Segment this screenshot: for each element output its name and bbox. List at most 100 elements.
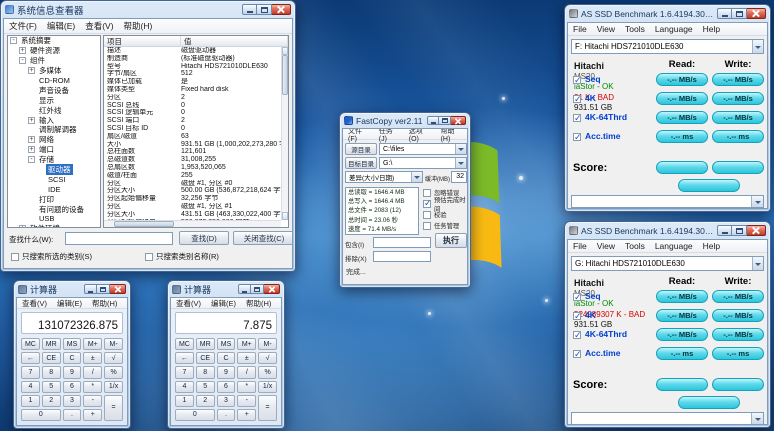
asssd1-menu-0[interactable]: File <box>568 24 592 34</box>
calc-key-←[interactable]: ← <box>21 352 40 364</box>
calc-key-MS[interactable]: MS <box>63 338 82 350</box>
search-option-selected-category[interactable]: 只搜索所选的类别(S) <box>11 251 92 262</box>
calc-key-5[interactable]: 5 <box>196 381 215 393</box>
dest-dir-button[interactable]: 目标目录 <box>345 157 377 169</box>
calc-key-7[interactable]: 7 <box>175 366 194 378</box>
search-input[interactable] <box>65 232 173 245</box>
drive-select-combo[interactable]: G: Hitachi HDS721010DLE630 <box>571 256 764 271</box>
minimize-button[interactable] <box>242 4 257 15</box>
close-find-button[interactable]: 关闭查找(C) <box>233 231 293 245</box>
info-row-11[interactable]: 扇区/磁道63 <box>104 133 288 141</box>
drive-select-combo[interactable]: F: Hitachi HDS721010DLE630 <box>571 39 764 54</box>
info-row-20[interactable]: 分区磁盘 #1, 分区 #1 <box>104 203 288 211</box>
fastcopy-menu-2[interactable]: 选项(O) <box>404 128 436 143</box>
calc-key-0[interactable]: 0 <box>175 409 215 421</box>
dropdown-arrow-icon[interactable] <box>411 172 422 182</box>
info-row-13[interactable]: 总柱面数121,601 <box>104 148 288 156</box>
calc-key-=[interactable]: = <box>104 395 123 421</box>
calc-key-←[interactable]: ← <box>175 352 194 364</box>
exclude-filter-input[interactable] <box>373 251 431 262</box>
info-row-18[interactable]: 分区大小500.00 GB (536,872,218,624 字节) <box>104 187 288 195</box>
sysinfo-menu-3[interactable]: 帮助(H) <box>119 20 158 32</box>
maximize-button[interactable] <box>251 284 264 294</box>
calc-key-%[interactable]: % <box>104 366 123 378</box>
checkbox[interactable] <box>423 222 431 230</box>
calc-key-6[interactable]: 6 <box>63 381 82 393</box>
info-row-7[interactable]: SCSI 总线0 <box>104 102 288 110</box>
asssd2-titlebar[interactable]: AS SSD Benchmark 1.6.4194.30125 <box>565 222 770 239</box>
calc-key-MR[interactable]: MR <box>42 338 61 350</box>
calc-key-.[interactable]: . <box>217 409 236 421</box>
dropdown-arrow-icon[interactable] <box>751 196 763 207</box>
calc-key-4[interactable]: 4 <box>21 381 40 393</box>
calc-key-9[interactable]: 9 <box>63 366 82 378</box>
calc-key-MR[interactable]: MR <box>196 338 215 350</box>
calc-key--[interactable]: - <box>237 395 256 407</box>
tree-item-13[interactable]: 驱动器 <box>8 165 100 175</box>
minimize-button[interactable] <box>84 284 97 294</box>
calc-key-MC[interactable]: MC <box>175 338 194 350</box>
calc-key-CE[interactable]: CE <box>42 352 61 364</box>
scroll-up-arrow[interactable] <box>282 47 288 55</box>
close-button[interactable] <box>747 8 766 19</box>
asssd1-menu-1[interactable]: View <box>592 24 620 34</box>
tree-item-14[interactable]: SCSI <box>8 174 100 184</box>
calculator2-titlebar[interactable]: 计算器 <box>168 281 284 297</box>
calc-key-8[interactable]: 8 <box>196 366 215 378</box>
info-row-1[interactable]: 制造商(标准磁盘驱动器) <box>104 55 288 63</box>
info-row-12[interactable]: 大小931.51 GB (1,000,202,273,280 字节) <box>104 141 288 149</box>
checkbox[interactable] <box>11 253 19 261</box>
calculator1-menu-1[interactable]: 编辑(E) <box>52 298 87 309</box>
execute-button[interactable]: 执行 <box>435 233 467 248</box>
info-row-21[interactable]: 分区大小431.51 GB (463,330,022,400 字节) <box>104 211 288 219</box>
fastcopy-titlebar[interactable]: FastCopy ver2.11 <box>340 113 470 128</box>
sysinfo-menu-1[interactable]: 编辑(E) <box>42 20 80 32</box>
tree-item-3[interactable]: +多媒体 <box>8 66 100 76</box>
asssd2-menu-2[interactable]: Tools <box>620 241 650 251</box>
info-row-3[interactable]: 字节/扇区512 <box>104 70 288 78</box>
expand-icon[interactable]: + <box>19 225 26 228</box>
copy-mode-combo[interactable]: 差异(大小/日期) <box>345 171 423 183</box>
bench-checkbox[interactable] <box>573 133 581 141</box>
collapse-icon[interactable]: - <box>10 37 17 44</box>
maximize-button[interactable] <box>732 225 747 236</box>
info-row-5[interactable]: 媒体类型Fixed hard disk <box>104 86 288 94</box>
bench-checkbox[interactable] <box>573 114 581 122</box>
calc-key-5[interactable]: 5 <box>42 381 61 393</box>
tree-item-19[interactable]: +软件环境 <box>8 224 100 228</box>
collapse-icon[interactable]: - <box>19 57 26 64</box>
calc-key-/[interactable]: / <box>237 366 256 378</box>
asssd2-menu-1[interactable]: View <box>592 241 620 251</box>
tree-item-17[interactable]: 有问题的设备 <box>8 204 100 214</box>
scroll-down-arrow[interactable] <box>282 212 288 220</box>
collapse-icon[interactable]: - <box>28 156 35 163</box>
vertical-scrollbar[interactable] <box>281 47 288 220</box>
calc-key-+[interactable]: + <box>83 409 102 421</box>
scrollbar-thumb[interactable] <box>114 221 174 227</box>
info-row-15[interactable]: 总扇区数1,953,520,065 <box>104 164 288 172</box>
dropdown-arrow-icon[interactable] <box>752 257 763 270</box>
close-button[interactable] <box>451 116 466 125</box>
find-button[interactable]: 查找(D) <box>179 231 229 245</box>
source-path-combo[interactable]: C:\files <box>379 143 467 155</box>
calc-key-1[interactable]: 1 <box>175 395 194 407</box>
dest-path-combo[interactable]: G:\ <box>379 157 467 169</box>
calc-key-1[interactable]: 1 <box>21 395 40 407</box>
calc-key-9[interactable]: 9 <box>217 366 236 378</box>
maximize-button[interactable] <box>439 116 451 125</box>
bench-checkbox[interactable] <box>573 350 581 358</box>
info-row-19[interactable]: 分区起始偏移量32,256 字节 <box>104 195 288 203</box>
calculator1-titlebar[interactable]: 计算器 <box>14 281 130 297</box>
asssd2-menu-0[interactable]: File <box>568 241 592 251</box>
calculator1-menu-0[interactable]: 查看(V) <box>17 298 52 309</box>
calc-key-3[interactable]: 3 <box>217 395 236 407</box>
bench-checkbox[interactable] <box>573 293 581 301</box>
expand-icon[interactable]: + <box>28 67 35 74</box>
calc-key-.[interactable]: . <box>63 409 82 421</box>
sysinfo-menu-0[interactable]: 文件(F) <box>4 20 42 32</box>
calc-key-2[interactable]: 2 <box>42 395 61 407</box>
calc-key-1/x[interactable]: 1/x <box>258 381 277 393</box>
checkbox[interactable] <box>423 200 431 208</box>
buffer-size-input[interactable]: 32 <box>451 171 467 183</box>
calc-key-=[interactable]: = <box>258 395 277 421</box>
